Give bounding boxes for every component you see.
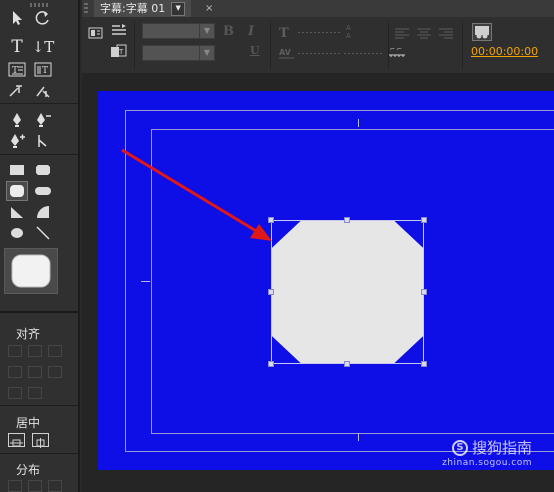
- red-annotation-arrow: [121, 148, 272, 241]
